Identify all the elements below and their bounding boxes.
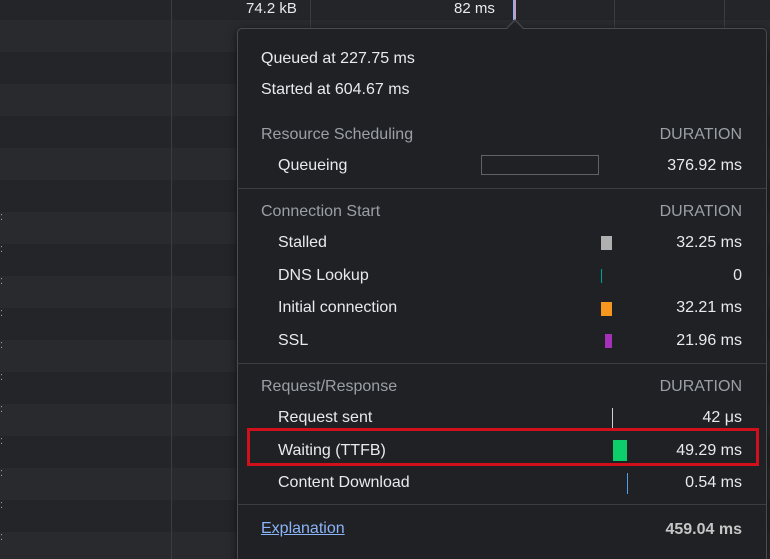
network-panel: : : : : : : : : : : : 74.2 kB 82 ms Queu…: [0, 0, 770, 559]
truncated-cell: :: [0, 307, 4, 319]
timing-value-initial-connection: 32.21 ms: [676, 299, 742, 316]
initial-connection-bar: [601, 302, 612, 316]
size-cell: 74.2 kB: [246, 0, 297, 17]
truncated-cell: :: [0, 435, 4, 447]
timing-value-content-download: 0.54 ms: [685, 474, 742, 491]
truncated-cell: :: [0, 371, 4, 383]
content-download-bar: [627, 473, 628, 494]
truncated-cell: :: [0, 531, 4, 543]
truncated-cell: :: [0, 467, 4, 479]
truncated-cell: :: [0, 211, 4, 223]
dns-lookup-bar: [601, 269, 602, 283]
timing-value-queueing: 376.92 ms: [667, 157, 742, 174]
started-at-text: Started at 604.67 ms: [261, 81, 410, 98]
column-divider[interactable]: [171, 0, 172, 559]
request-sent-bar: [612, 408, 613, 428]
truncated-cell: :: [0, 243, 4, 255]
section-divider: [238, 504, 766, 505]
explanation-link[interactable]: Explanation: [261, 519, 345, 539]
popover-caret-fill: [506, 21, 524, 30]
duration-header: DURATION: [659, 378, 742, 395]
queueing-bar: [481, 155, 599, 175]
section-divider: [238, 363, 766, 364]
timing-popover: Queued at 227.75 ms Started at 604.67 ms…: [237, 28, 767, 559]
timing-label-ssl: SSL: [278, 332, 309, 349]
duration-header: DURATION: [659, 203, 742, 220]
ttfb-highlight-box: [247, 428, 759, 466]
timing-value-ssl: 21.96 ms: [676, 332, 742, 349]
timing-value-request-sent: 42 μs: [702, 409, 742, 426]
ssl-bar: [605, 334, 612, 348]
truncated-cell: :: [0, 339, 4, 351]
time-cell: 82 ms: [454, 0, 495, 17]
queued-at-text: Queued at 227.75 ms: [261, 50, 415, 67]
timing-label-stalled: Stalled: [278, 234, 327, 251]
timing-label-queueing: Queueing: [278, 157, 348, 174]
timing-value-dns-lookup: 0: [733, 267, 742, 284]
truncated-cell: :: [0, 499, 4, 511]
section-title-request-response: Request/Response: [261, 378, 398, 395]
section-title-resource-scheduling: Resource Scheduling: [261, 126, 414, 143]
section-divider: [238, 188, 766, 189]
truncated-cell: :: [0, 403, 4, 415]
timing-value-stalled: 32.25 ms: [676, 234, 742, 251]
timing-label-dns-lookup: DNS Lookup: [278, 267, 369, 284]
stalled-bar: [601, 236, 612, 250]
request-row[interactable]: [0, 0, 770, 20]
timing-label-content-download: Content Download: [278, 474, 410, 491]
total-duration: 459.04 ms: [665, 521, 742, 538]
waterfall-bar[interactable]: [513, 0, 516, 20]
timing-label-initial-connection: Initial connection: [278, 299, 398, 316]
truncated-cell: :: [0, 275, 4, 287]
section-title-connection-start: Connection Start: [261, 203, 381, 220]
duration-header: DURATION: [659, 126, 742, 143]
timing-label-request-sent: Request sent: [278, 409, 373, 426]
